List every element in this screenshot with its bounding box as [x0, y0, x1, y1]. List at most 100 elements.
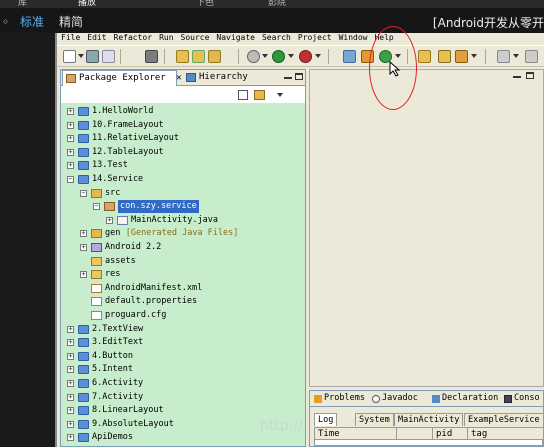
expand-icon[interactable]: +	[80, 244, 87, 251]
maximize-icon[interactable]	[295, 73, 303, 80]
menu-window[interactable]: Window	[339, 33, 368, 42]
menu-edit[interactable]: Edit	[87, 33, 106, 42]
tree-item[interactable]: + MainActivity.java	[61, 214, 305, 227]
maximize-icon[interactable]	[526, 72, 534, 79]
chevron-down-icon[interactable]	[315, 54, 321, 58]
tree-item[interactable]: +8.LinearLayout	[61, 404, 305, 417]
expand-icon[interactable]: +	[67, 434, 74, 442]
tree-item[interactable]: +13.Test	[61, 159, 305, 172]
chevron-down-icon[interactable]	[78, 54, 84, 58]
expand-icon[interactable]: +	[67, 352, 74, 360]
next-annotation-icon[interactable]	[497, 50, 510, 63]
tab-hierarchy[interactable]: Hierarchy	[183, 70, 255, 86]
back-icon[interactable]	[525, 50, 538, 63]
column-time[interactable]: Time	[315, 428, 397, 440]
tree-item[interactable]: proguard.cfg	[61, 309, 305, 322]
tree-item[interactable]: + res	[61, 268, 305, 281]
collapse-all-icon[interactable]	[238, 90, 248, 100]
expand-icon[interactable]: +	[80, 230, 87, 238]
open-type-icon[interactable]	[418, 50, 431, 63]
tab-javadoc[interactable]: Javadoc	[370, 391, 418, 407]
column-level[interactable]	[397, 428, 433, 440]
tab-problems[interactable]: Problems	[312, 391, 365, 407]
expand-icon[interactable]: +	[67, 366, 74, 374]
player-tab[interactable]: 库	[18, 0, 27, 8]
tree-item[interactable]: default.properties	[61, 295, 305, 308]
expand-icon[interactable]: +	[67, 121, 74, 129]
new-project-icon[interactable]	[176, 50, 189, 63]
expand-icon[interactable]: +	[67, 420, 74, 428]
close-icon[interactable]: ✕	[176, 73, 181, 83]
expand-icon[interactable]: +	[67, 135, 74, 143]
menu-source[interactable]: Source	[181, 33, 210, 42]
tree-item[interactable]: + Android 2.2	[61, 241, 305, 254]
expand-icon[interactable]: +	[67, 407, 74, 415]
player-mode-standard[interactable]: 标准	[20, 14, 44, 30]
chevron-down-icon[interactable]	[288, 54, 294, 58]
open-task-icon[interactable]	[438, 50, 451, 63]
chevron-down-icon[interactable]	[262, 54, 268, 58]
tab-console[interactable]: Conso	[502, 391, 540, 407]
column-tag[interactable]: tag	[468, 428, 544, 440]
collapse-icon[interactable]: −	[80, 189, 87, 197]
logcat-tab-mainactivity[interactable]: MainActivity	[394, 413, 464, 426]
tree-item[interactable]: +6.Activity	[61, 377, 305, 390]
menu-project[interactable]: Project	[298, 33, 332, 42]
tab-declaration[interactable]: Declaration	[430, 391, 498, 407]
tree-item[interactable]: +12.TableLayout	[61, 146, 305, 159]
tree-item[interactable]: +11.RelativeLayout	[61, 132, 305, 145]
tree-item[interactable]: AndroidManifest.xml	[61, 282, 305, 295]
tree-item[interactable]: +1.HelloWorld	[61, 105, 305, 118]
minimize-icon[interactable]	[284, 77, 292, 79]
tree-item[interactable]: +3.EditText	[61, 336, 305, 349]
player-mode-icon[interactable]: ◦	[2, 14, 9, 30]
expand-icon[interactable]: +	[106, 216, 113, 224]
tree-item[interactable]: +10.FrameLayout	[61, 119, 305, 132]
run-icon[interactable]	[272, 50, 285, 63]
column-pid[interactable]: pid	[433, 428, 468, 440]
menu-file[interactable]: File	[61, 33, 80, 42]
menu-run[interactable]: Run	[159, 33, 173, 42]
chevron-down-icon[interactable]	[471, 54, 477, 58]
print-icon[interactable]	[102, 50, 115, 63]
view-menu-icon[interactable]	[277, 93, 283, 97]
expand-icon[interactable]: +	[67, 393, 74, 401]
chevron-down-icon[interactable]	[513, 54, 519, 58]
tab-package-explorer[interactable]: Package Explorer ✕	[62, 70, 182, 86]
download-icon[interactable]	[145, 50, 158, 63]
tree-item[interactable]: +2.TextView	[61, 323, 305, 336]
expand-icon[interactable]: +	[67, 325, 74, 333]
expand-icon[interactable]: +	[67, 108, 74, 115]
external-tools-icon[interactable]	[299, 50, 312, 63]
logcat-tab-system[interactable]: System	[355, 413, 394, 426]
logcat-tab-log[interactable]: Log	[314, 413, 338, 426]
expand-icon[interactable]: +	[67, 380, 74, 387]
tree-item[interactable]: +7.Activity	[61, 391, 305, 404]
tree-item[interactable]: assets	[61, 255, 305, 268]
new-package-icon[interactable]	[192, 50, 205, 63]
expand-icon[interactable]: +	[67, 148, 74, 156]
minimize-icon[interactable]	[513, 76, 521, 78]
tree-item[interactable]: − 14.Service	[61, 173, 305, 186]
tree-item[interactable]: − con.szy.service	[61, 200, 305, 214]
menu-refactor[interactable]: Refactor	[114, 33, 153, 42]
tree-item[interactable]: − src	[61, 187, 305, 200]
link-with-editor-icon[interactable]	[254, 90, 265, 100]
debug-icon[interactable]	[247, 50, 260, 63]
menu-navigate[interactable]: Navigate	[216, 33, 255, 42]
new-class-icon[interactable]	[208, 50, 221, 63]
tree-item[interactable]: +4.Button	[61, 350, 305, 363]
tree-item[interactable]: +5.Intent	[61, 363, 305, 376]
player-tab[interactable]: 影院	[268, 0, 286, 8]
player-tab[interactable]: 播放	[78, 0, 96, 8]
new-icon[interactable]	[63, 50, 76, 63]
expand-icon[interactable]: +	[80, 271, 87, 279]
collapse-icon[interactable]: −	[93, 203, 100, 211]
tree-item[interactable]: + gen [Generated Java Files]	[61, 227, 305, 240]
search-icon[interactable]	[455, 50, 468, 63]
player-tab[interactable]: 下色	[196, 0, 214, 8]
player-mode-compact[interactable]: 精简	[59, 14, 83, 30]
collapse-icon[interactable]: −	[67, 176, 74, 183]
expand-icon[interactable]: +	[67, 162, 74, 170]
menu-search[interactable]: Search	[262, 33, 291, 42]
